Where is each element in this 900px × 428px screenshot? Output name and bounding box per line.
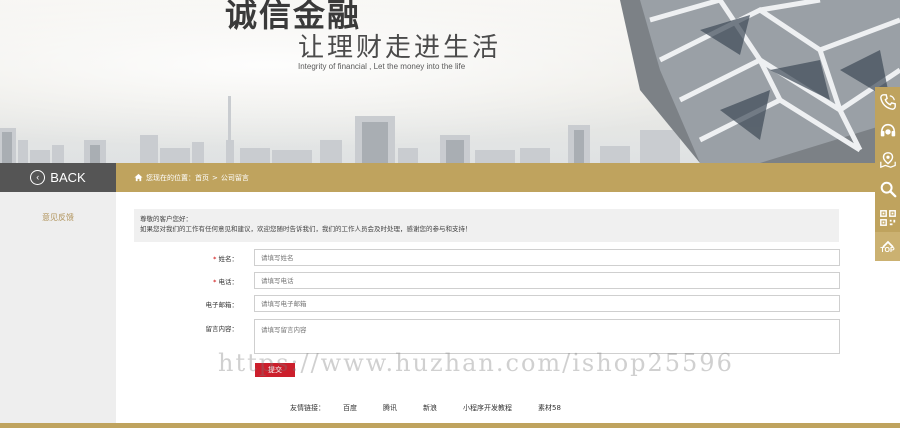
breadcrumb-separator: > [212,173,218,182]
friend-links: 友情链接： 百度 腾讯 新浪 小程序开发教程 素材58 [290,403,587,413]
phone-input[interactable] [254,272,840,289]
form-row-email: 电子邮箱： [134,295,840,312]
notice-text: 如果您对我们的工作有任何意见和建议，欢迎您随时告诉我们，我们的工作人员会及时处理… [140,225,472,233]
friend-link[interactable]: 新浪 [423,403,437,413]
notice-box: 尊敬的客户您好： 如果您对我们的工作有任何意见和建议，欢迎您随时告诉我们，我们的… [134,209,839,242]
breadcrumb-home-link[interactable]: 首页 [195,173,209,183]
friend-link[interactable]: 素材58 [538,403,561,413]
form-row-name: * 姓名： [134,249,840,266]
home-icon [134,173,143,182]
friend-link[interactable]: 百度 [343,403,357,413]
breadcrumb-location-label: 您现在的位置： [146,173,195,182]
sidebar: 意见反馈 [0,192,116,428]
hero-banner: 诚信金融 让理财走进生活 Integrity of financial , Le… [0,0,900,163]
breadcrumb: 您现在的位置： 首页 > 公司留言 [134,163,249,192]
float-map-button[interactable] [875,145,900,174]
email-input[interactable] [254,295,840,312]
float-top-button[interactable]: TOP [875,232,900,261]
email-label: 电子邮箱： [205,301,239,309]
phone-icon [879,93,896,110]
name-label: 姓名： [218,255,239,263]
required-mark: * [213,255,217,263]
phone-label: 电话： [218,278,239,286]
headset-icon [880,123,895,136]
form-row-phone: * 电话： [134,272,840,289]
hero-illustration [0,0,900,163]
float-phone-button[interactable] [875,87,900,116]
chevron-left-icon: ‹ [30,170,46,185]
watermark-text: https://www.huzhan.com/ishop25596 [218,349,734,377]
hero-subtitle: Integrity of financial , Let the money i… [298,62,466,71]
breadcrumb-current[interactable]: 公司留言 [221,173,249,183]
float-service-button[interactable] [875,116,900,145]
friend-link[interactable]: 小程序开发教程 [463,403,512,413]
notice-greeting: 尊敬的客户您好： [140,215,192,223]
message-label: 留言内容： [205,325,239,333]
qrcode-icon [879,209,896,226]
top-label: TOP [880,247,895,254]
sidebar-item-feedback[interactable]: 意见反馈 [0,212,116,223]
required-mark: * [213,278,217,286]
float-search-button[interactable] [875,174,900,203]
hero-slogan: 让理财走进生活 [298,33,502,63]
float-toolbar: TOP [875,87,900,262]
name-input[interactable] [254,249,840,266]
friend-link[interactable]: 腾讯 [383,403,397,413]
search-icon [880,181,896,197]
friend-links-label: 友情链接： [290,404,325,412]
footer-strip [0,423,900,428]
back-button[interactable]: ‹ BACK [0,163,116,192]
back-label: BACK [50,170,86,185]
map-pin-icon [879,151,896,168]
float-qrcode-button[interactable] [875,203,900,232]
